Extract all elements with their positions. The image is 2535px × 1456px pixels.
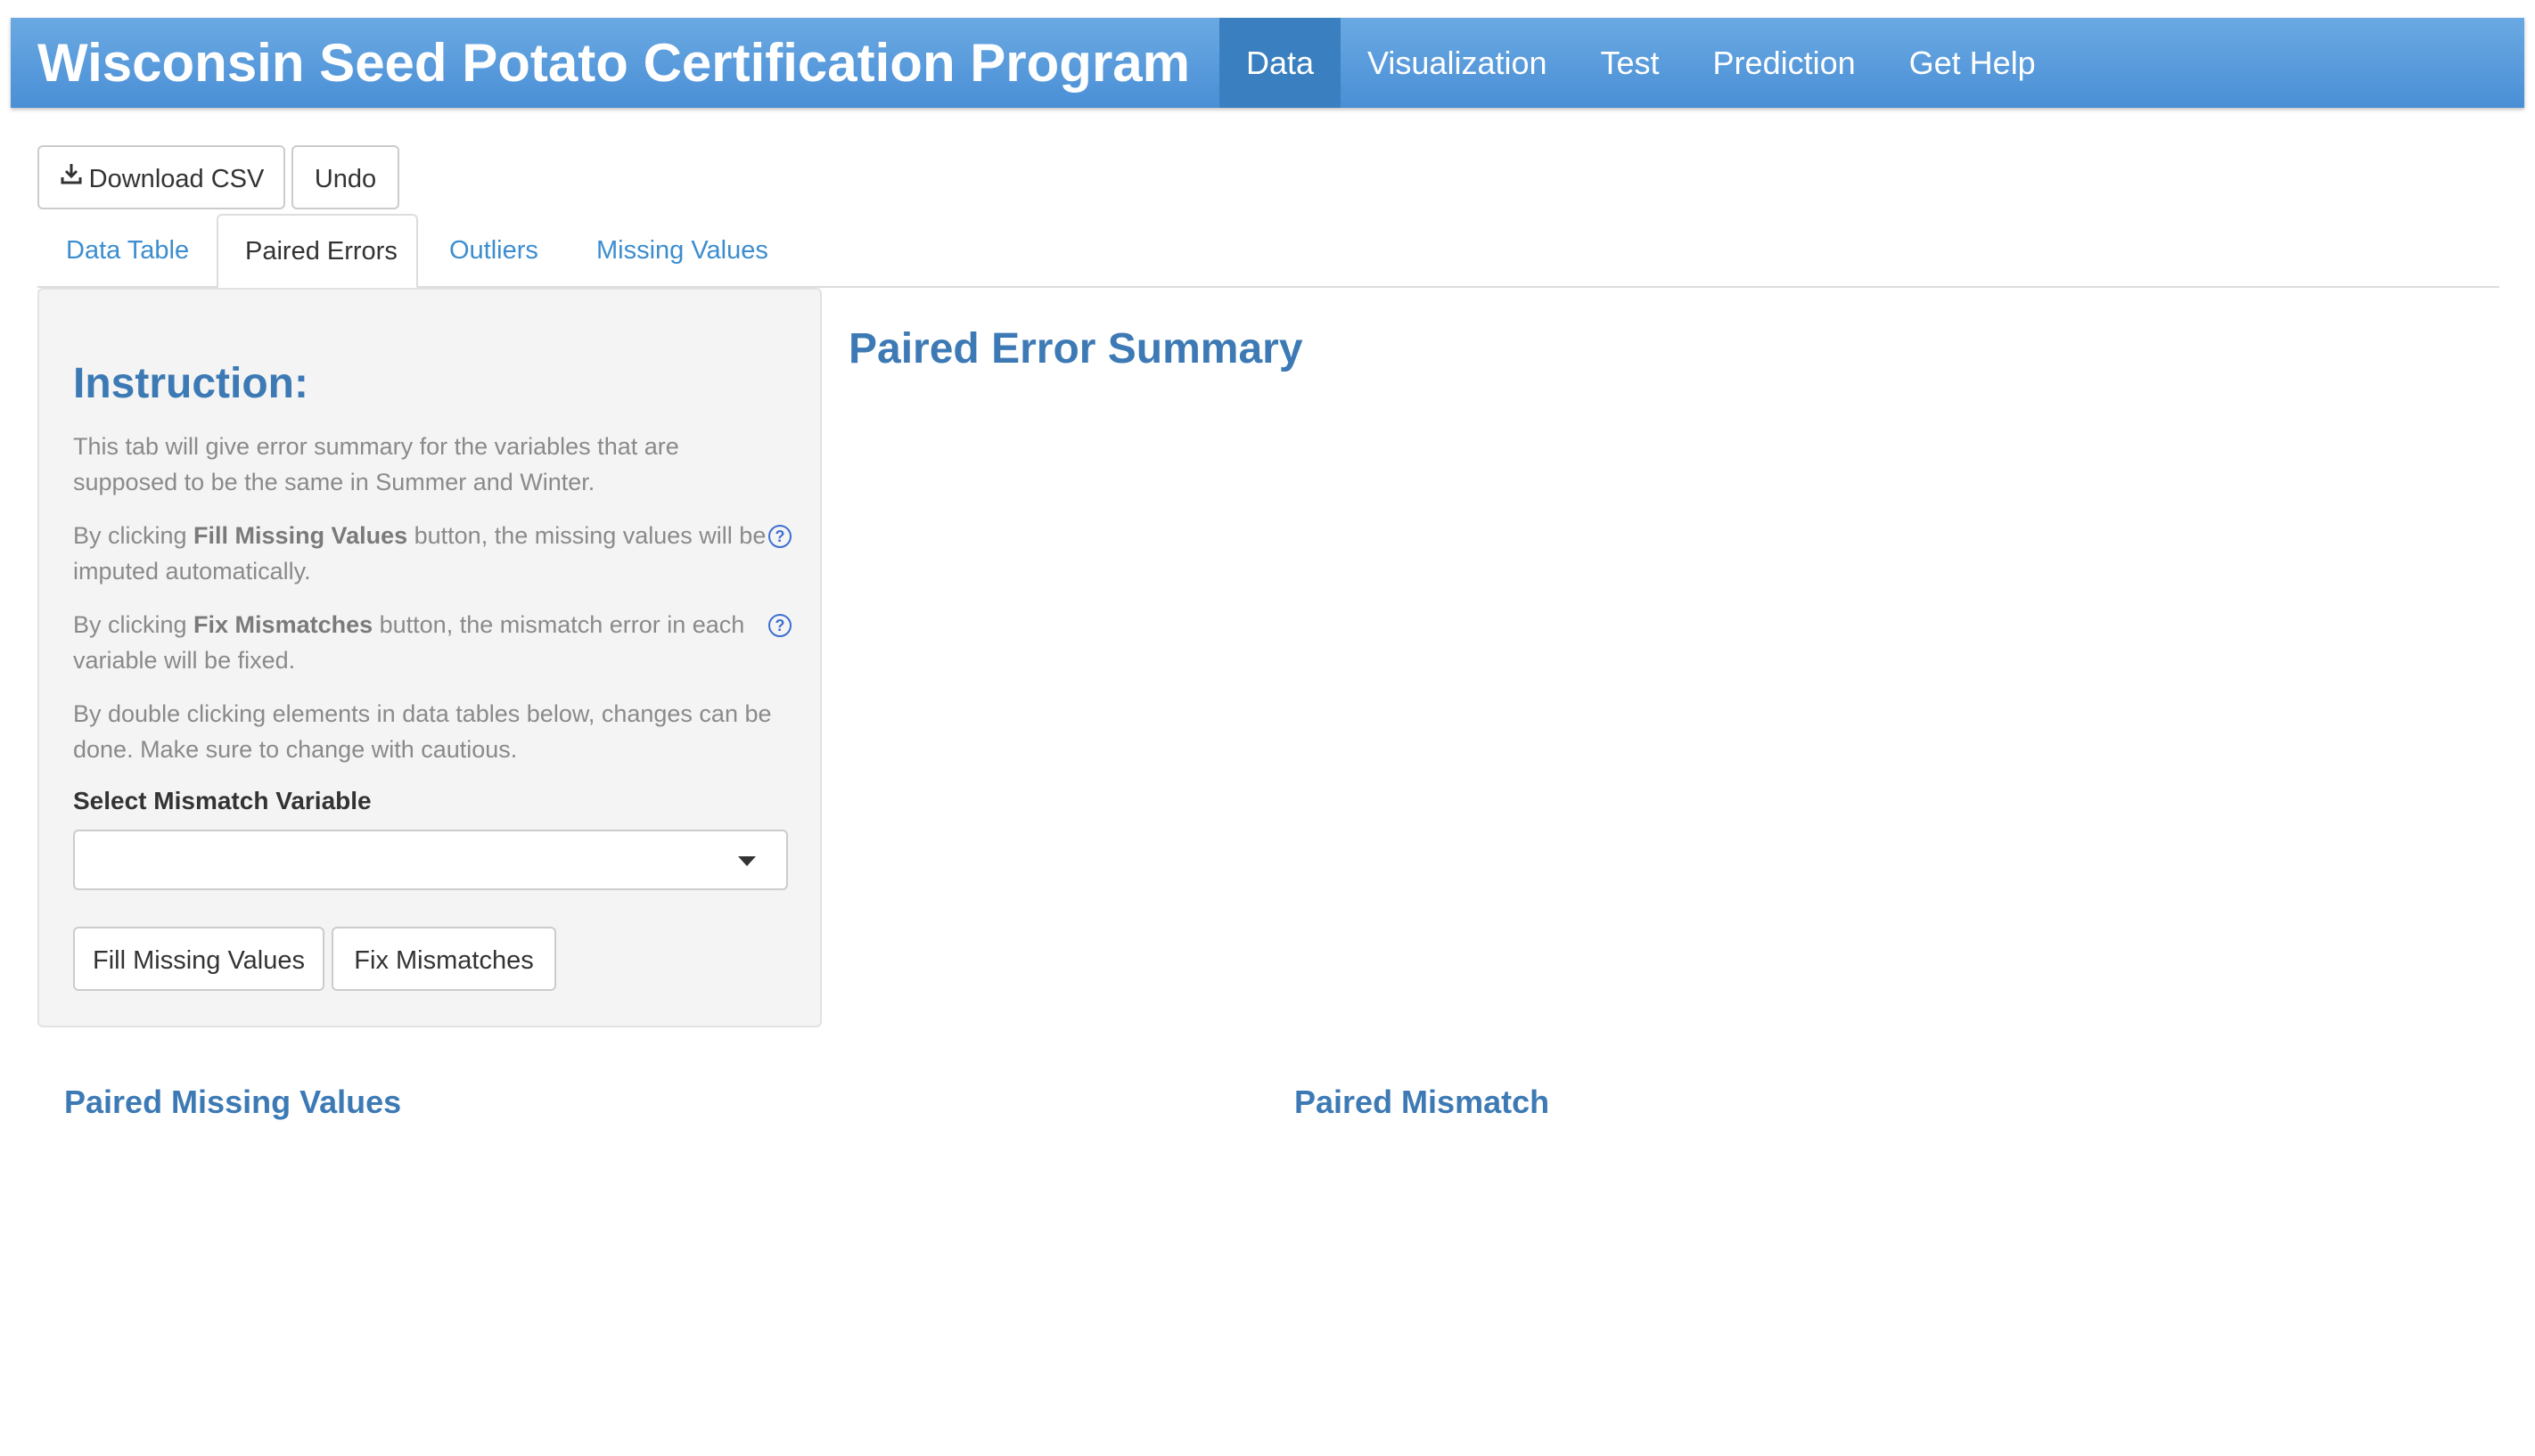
download-csv-label: Download CSV bbox=[88, 165, 265, 193]
app-title[interactable]: Wisconsin Seed Potato Certification Prog… bbox=[37, 18, 1190, 108]
instruction-text-3: By clicking Fix Mismatches button, the m… bbox=[73, 607, 786, 678]
help-icon[interactable]: ? bbox=[768, 525, 792, 548]
tab-missing-values[interactable]: Missing Values bbox=[570, 214, 795, 287]
tab-data-table[interactable]: Data Table bbox=[39, 214, 216, 287]
nav-item-visualization[interactable]: Visualization bbox=[1341, 18, 1573, 108]
paired-mismatch-title: Paired Mismatch bbox=[1294, 1084, 1550, 1120]
mismatch-variable-select[interactable] bbox=[73, 830, 788, 890]
instruction-text-3-prefix: By clicking bbox=[73, 611, 194, 638]
fill-missing-values-button[interactable]: Fill Missing Values bbox=[73, 927, 324, 991]
help-icon[interactable]: ? bbox=[768, 614, 792, 637]
tab-paired-errors[interactable]: Paired Errors bbox=[217, 214, 418, 289]
nav-item-data[interactable]: Data bbox=[1219, 18, 1341, 108]
select-mismatch-label: Select Mismatch Variable bbox=[73, 787, 372, 814]
nav-item-test[interactable]: Test bbox=[1574, 18, 1686, 108]
nav-menu: Data Visualization Test Prediction Get H… bbox=[1219, 18, 2063, 108]
navbar: Wisconsin Seed Potato Certification Prog… bbox=[11, 18, 2524, 108]
fill-missing-values-ref: Fill Missing Values bbox=[193, 522, 408, 549]
instruction-panel: Instruction: This tab will give error su… bbox=[37, 288, 822, 1027]
nav-item-prediction[interactable]: Prediction bbox=[1686, 18, 1883, 108]
download-csv-button[interactable]: Download CSV bbox=[37, 145, 285, 209]
nav-item-get-help[interactable]: Get Help bbox=[1883, 18, 2063, 108]
instruction-title: Instruction: bbox=[73, 360, 308, 407]
tab-outliers[interactable]: Outliers bbox=[422, 214, 565, 287]
instruction-text-1: This tab will give error summary for the… bbox=[73, 433, 679, 495]
fix-mismatches-button[interactable]: Fix Mismatches bbox=[332, 927, 556, 991]
chevron-down-icon bbox=[738, 856, 756, 866]
paired-error-summary-title: Paired Error Summary bbox=[849, 325, 1303, 372]
undo-button[interactable]: Undo bbox=[291, 145, 399, 209]
paired-missing-values-title: Paired Missing Values bbox=[64, 1084, 402, 1120]
download-icon bbox=[59, 146, 84, 210]
instruction-text-2-prefix: By clicking bbox=[73, 522, 194, 549]
instruction-text-4: By double clicking elements in data tabl… bbox=[73, 700, 772, 763]
fix-mismatches-ref: Fix Mismatches bbox=[193, 611, 373, 638]
instruction-text-2: By clicking Fill Missing Values button, … bbox=[73, 518, 786, 589]
